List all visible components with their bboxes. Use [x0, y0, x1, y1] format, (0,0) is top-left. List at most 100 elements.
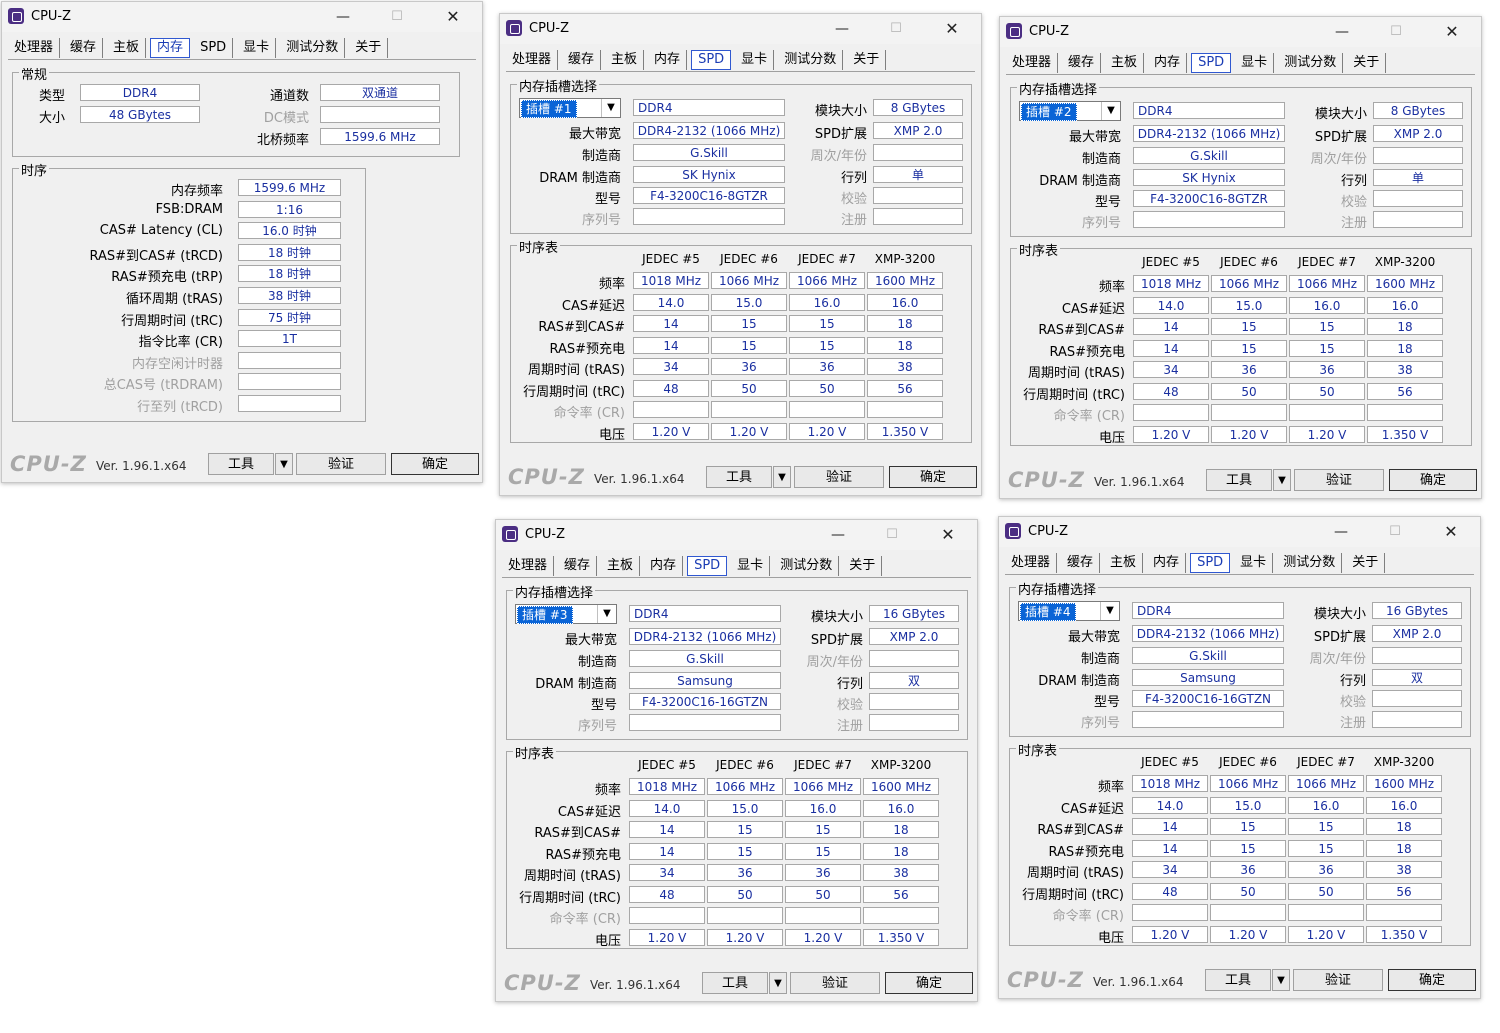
- chevron-down-icon[interactable]: ▼: [1101, 102, 1120, 120]
- tab-2[interactable]: 主板: [601, 556, 641, 576]
- tab-1[interactable]: 缓存: [558, 556, 598, 576]
- minimize-button[interactable]: —: [1326, 521, 1356, 543]
- tab-6[interactable]: 测试分数: [1277, 553, 1343, 573]
- tab-1[interactable]: 缓存: [1061, 553, 1101, 573]
- minimize-button[interactable]: —: [328, 6, 358, 28]
- ok-button[interactable]: 确定: [1388, 969, 1476, 991]
- validate-button[interactable]: 验证: [790, 972, 880, 994]
- validate-button[interactable]: 验证: [794, 466, 884, 488]
- timing-cell: [1211, 404, 1287, 421]
- slot-dropdown[interactable]: 插槽 #1 ▼: [519, 98, 621, 118]
- tab-3[interactable]: 内存: [644, 556, 684, 576]
- tab-4[interactable]: SPD: [1190, 553, 1231, 573]
- timing-cell: 36: [1288, 861, 1364, 878]
- tab-0[interactable]: 处理器: [1005, 553, 1058, 573]
- tab-6[interactable]: 测试分数: [774, 556, 840, 576]
- ok-button[interactable]: 确定: [885, 972, 973, 994]
- close-button[interactable]: ✕: [1436, 521, 1466, 543]
- tab-6[interactable]: 测试分数: [1278, 53, 1344, 73]
- minimize-button[interactable]: —: [1327, 21, 1357, 43]
- tab-0[interactable]: 处理器: [1006, 53, 1059, 73]
- maximize-button[interactable]: ☐: [877, 524, 907, 546]
- tab-7[interactable]: 关于: [847, 50, 887, 70]
- tab-0[interactable]: 处理器: [502, 556, 555, 576]
- tools-dropdown-arrow[interactable]: ▼: [275, 453, 293, 475]
- tab-0[interactable]: 处理器: [8, 38, 61, 58]
- ok-button[interactable]: 确定: [889, 466, 977, 488]
- serial-number-label: 序列号: [1081, 216, 1121, 231]
- timing-cell: 50: [785, 885, 861, 903]
- tab-1[interactable]: 缓存: [1062, 53, 1102, 73]
- ok-button[interactable]: 确定: [1389, 469, 1477, 491]
- tools-button[interactable]: 工具: [702, 972, 768, 994]
- tab-1[interactable]: 缓存: [562, 50, 602, 70]
- tab-7[interactable]: 关于: [1347, 53, 1387, 73]
- close-button[interactable]: ✕: [438, 6, 468, 28]
- tab-5[interactable]: 显卡: [237, 38, 277, 58]
- slot-dropdown[interactable]: 插槽 #3 ▼: [515, 604, 617, 624]
- chevron-down-icon[interactable]: ▼: [601, 99, 620, 117]
- chevron-down-icon[interactable]: ▼: [1100, 602, 1119, 620]
- chevron-down-icon[interactable]: ▼: [597, 605, 616, 623]
- timing-cell: [1210, 904, 1286, 921]
- timing-cell: 1066 MHz: [707, 778, 783, 795]
- close-button[interactable]: ✕: [937, 18, 967, 40]
- maximize-button[interactable]: ☐: [881, 18, 911, 40]
- tools-button[interactable]: 工具: [1205, 969, 1271, 991]
- close-button[interactable]: ✕: [1437, 21, 1467, 43]
- tab-4[interactable]: SPD: [687, 556, 728, 576]
- minimize-button[interactable]: —: [823, 524, 853, 546]
- slot-dropdown-value[interactable]: 插槽 #2: [1021, 103, 1077, 121]
- tools-button[interactable]: 工具: [706, 466, 772, 488]
- tab-2[interactable]: 主板: [1105, 53, 1145, 73]
- tab-6[interactable]: 测试分数: [280, 38, 346, 58]
- tools-dropdown-arrow[interactable]: ▼: [1272, 969, 1290, 991]
- maximize-button[interactable]: ☐: [382, 6, 412, 28]
- tab-2[interactable]: 主板: [605, 50, 645, 70]
- tab-6[interactable]: 测试分数: [778, 50, 844, 70]
- tools-dropdown-arrow[interactable]: ▼: [1273, 469, 1291, 491]
- tab-4[interactable]: SPD: [1191, 53, 1232, 73]
- timing-cell: 14: [1133, 339, 1209, 357]
- tab-2[interactable]: 主板: [107, 38, 147, 58]
- slot-dropdown[interactable]: 插槽 #4 ▼: [1018, 601, 1120, 621]
- timing-value: 18 时钟: [238, 243, 341, 261]
- close-button[interactable]: ✕: [933, 524, 963, 546]
- timing-cell: 18: [1366, 818, 1442, 835]
- slot-dropdown-value[interactable]: 插槽 #1: [521, 100, 577, 118]
- slot-dropdown-value[interactable]: 插槽 #3: [517, 606, 573, 624]
- validate-button[interactable]: 验证: [296, 453, 386, 475]
- tab-1[interactable]: 缓存: [64, 38, 104, 58]
- tab-2[interactable]: 主板: [1104, 553, 1144, 573]
- timing-cell: 16.0: [785, 799, 861, 817]
- week-year-label: 周次/年份: [810, 149, 867, 164]
- tab-4[interactable]: SPD: [691, 50, 732, 70]
- tab-3[interactable]: 内存: [1147, 553, 1187, 573]
- minimize-button[interactable]: —: [827, 18, 857, 40]
- tab-bar-baseline: [1006, 74, 1475, 75]
- tools-button[interactable]: 工具: [1206, 469, 1272, 491]
- slot-selection-panel: 内存插槽选择 插槽 #2 ▼ DDR4 最大带宽 DDR4-2132 (1066 MHz)…: [1010, 79, 1472, 237]
- tab-0[interactable]: 处理器: [506, 50, 559, 70]
- ok-button[interactable]: 确定: [391, 453, 479, 475]
- tab-5[interactable]: 显卡: [1235, 53, 1275, 73]
- slot-dropdown[interactable]: 插槽 #2 ▼: [1019, 101, 1121, 121]
- tools-button[interactable]: 工具: [208, 453, 274, 475]
- validate-button[interactable]: 验证: [1294, 469, 1384, 491]
- tab-5[interactable]: 显卡: [731, 556, 771, 576]
- tab-3[interactable]: 内存: [1148, 53, 1188, 73]
- maximize-button[interactable]: ☐: [1381, 21, 1411, 43]
- tools-dropdown-arrow[interactable]: ▼: [773, 466, 791, 488]
- tab-3[interactable]: 内存: [648, 50, 688, 70]
- maximize-button[interactable]: ☐: [1380, 521, 1410, 543]
- slot-dropdown-value[interactable]: 插槽 #4: [1020, 603, 1076, 621]
- tab-7[interactable]: 关于: [349, 38, 389, 58]
- tab-4[interactable]: SPD: [194, 38, 234, 58]
- tab-3[interactable]: 内存: [150, 38, 191, 58]
- tab-5[interactable]: 显卡: [735, 50, 775, 70]
- validate-button[interactable]: 验证: [1293, 969, 1383, 991]
- tab-7[interactable]: 关于: [1346, 553, 1386, 573]
- tools-dropdown-arrow[interactable]: ▼: [769, 972, 787, 994]
- tab-7[interactable]: 关于: [843, 556, 883, 576]
- tab-5[interactable]: 显卡: [1234, 553, 1274, 573]
